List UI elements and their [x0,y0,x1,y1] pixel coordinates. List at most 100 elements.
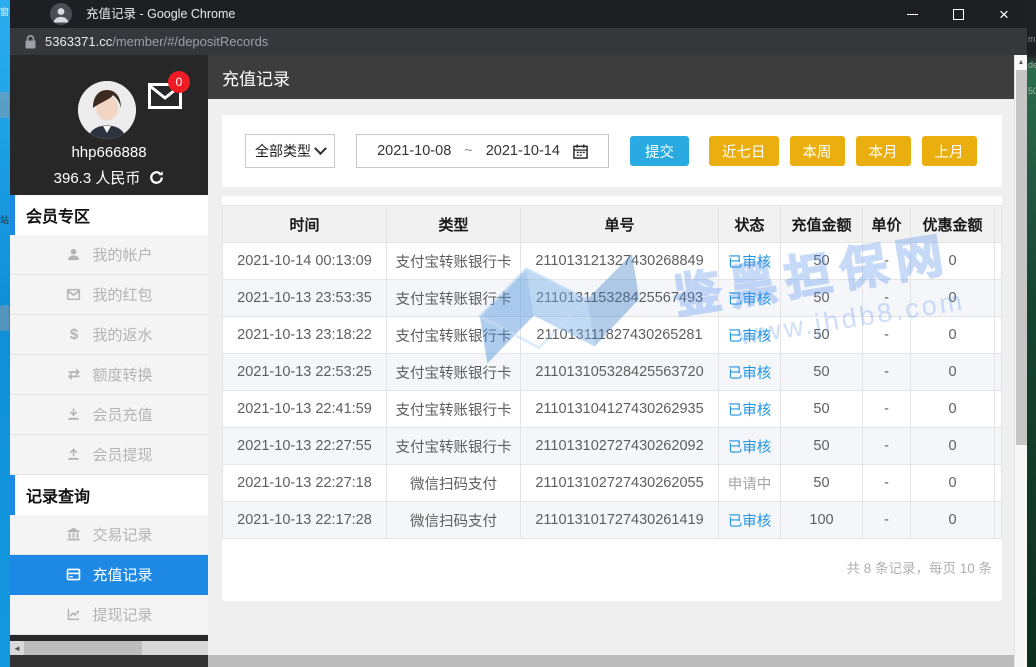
column-header: 状态 [719,206,781,243]
order-number-cell: 211013104127430262935 [521,391,719,428]
type-cell: 支付宝转账银行卡 [387,354,521,391]
records-table: 时间类型单号状态充值金额单价优惠金额 2021-10-14 00:13:09支付… [222,205,1002,539]
time-cell: 2021-10-13 22:41:59 [223,391,387,428]
submit-button[interactable]: 提交 [630,136,689,166]
sidebar-item-label: 会员提现 [92,444,152,465]
lock-icon [25,35,36,49]
amount-cell: 50 [781,465,863,502]
maximize-button[interactable] [935,0,981,28]
record-count-summary: 共 8 条记录，每页 10 条 [222,557,1002,577]
window-title: 充值记录 - Google Chrome [86,0,235,28]
clipped-cell [995,465,1002,502]
order-number-cell: 211013102727430262092 [521,428,719,465]
unit-price-cell: - [863,502,911,539]
sidebar-bottom-strip [10,655,208,667]
sidebar-item[interactable]: 交易记录 [10,515,208,555]
window-bottom-strip [208,655,1014,667]
status-cell: 已审核 [719,243,781,280]
sidebar-item[interactable]: 会员提现 [10,435,208,475]
quick-range-button[interactable]: 上月 [922,136,977,166]
time-cell: 2021-10-13 22:27:18 [223,465,387,502]
quick-range-button[interactable]: 近七日 [709,136,779,166]
page-body: 全部类型 2021-10-08 ~ 2021-10-14 提交 近七日本周本月上… [208,99,1014,655]
type-cell: 支付宝转账银行卡 [387,280,521,317]
dollar-icon: $ [65,326,82,343]
type-cell: 支付宝转账银行卡 [387,428,521,465]
quick-range-button[interactable]: 本周 [790,136,845,166]
sidebar-item[interactable]: ⇄额度转换 [10,355,208,395]
sidebar: 0 hhp666888 396.3 人民币 会员专区我的帐户我的红包$我的返水⇄… [10,55,208,667]
withdraw-icon [65,446,82,463]
sidebar-item[interactable]: $我的返水 [10,315,208,355]
column-header: 单号 [521,206,719,243]
user-avatar[interactable] [78,81,136,139]
discount-cell: 0 [911,502,995,539]
amount-cell: 50 [781,280,863,317]
status-cell: 已审核 [719,317,781,354]
clipped-cell [995,391,1002,428]
quick-range-button[interactable]: 本月 [856,136,911,166]
clipped-cell [995,428,1002,465]
sidebar-item[interactable]: 提现记录 [10,595,208,635]
message-count-badge: 0 [168,71,190,93]
table-body: 2021-10-14 00:13:09支付宝转账银行卡2110131213274… [223,243,1002,539]
desktop-icon-fragment: 窗 [0,5,9,18]
filter-bar: 全部类型 2021-10-08 ~ 2021-10-14 提交 近七日本周本月上… [222,115,1002,187]
sidebar-item[interactable]: 我的红包 [10,275,208,315]
date-range-input[interactable]: 2021-10-08 ~ 2021-10-14 [356,134,609,168]
sidebar-item[interactable]: 充值记录 [10,555,208,595]
desktop-icon-fragment [0,305,9,331]
table-row: 2021-10-13 22:53:25支付宝转账银行卡2110131053284… [223,354,1002,391]
desktop-edge-right: m de 50 [1027,0,1036,667]
amount-cell: 50 [781,428,863,465]
table-row: 2021-10-13 23:53:35支付宝转账银行卡2110131153284… [223,280,1002,317]
date-separator: ~ [464,143,472,159]
column-header: 时间 [223,206,387,243]
sidebar-item[interactable]: 会员充值 [10,395,208,435]
username: hhp666888 [10,144,208,161]
records-card: 时间类型单号状态充值金额单价优惠金额 2021-10-14 00:13:09支付… [222,196,1002,601]
close-button[interactable]: × [981,0,1027,28]
column-header: 优惠金额 [911,206,995,243]
minimize-button[interactable] [889,0,935,28]
column-header: 充值金额 [781,206,863,243]
url-domain: 5363371.cc [45,34,112,49]
table-header-row: 时间类型单号状态充值金额单价优惠金额 [223,206,1002,243]
url-path: /member/#/depositRecords [112,34,268,49]
order-number-cell: 211013111827430265281 [521,317,719,354]
scrollbar-thumb[interactable] [24,641,142,655]
sidebar-item-label: 交易记录 [92,524,152,545]
sidebar-item[interactable]: 我的帐户 [10,235,208,275]
status-cell: 已审核 [719,428,781,465]
desktop-icon-fragment: 站 [0,213,9,226]
unit-price-cell: - [863,317,911,354]
amount-cell: 50 [781,354,863,391]
unit-price-cell: - [863,280,911,317]
type-cell: 支付宝转账银行卡 [387,317,521,354]
scroll-left-icon[interactable]: ◄ [10,644,24,653]
status-cell: 已审核 [719,354,781,391]
unit-price-cell: - [863,465,911,502]
unit-price-cell: - [863,354,911,391]
type-cell: 微信扫码支付 [387,502,521,539]
order-number-cell: 211013102727430262055 [521,465,719,502]
column-header: 类型 [387,206,521,243]
address-bar[interactable]: 5363371.cc/member/#/depositRecords [10,28,1027,55]
sidebar-item-label: 我的红包 [92,284,152,305]
status-cell: 已审核 [719,391,781,428]
calendar-icon [573,144,588,159]
page-vertical-scrollbar[interactable]: ▲ [1014,55,1027,667]
type-cell: 支付宝转账银行卡 [387,243,521,280]
scrollbar-thumb[interactable] [1016,70,1027,445]
type-select[interactable]: 全部类型 [245,134,335,168]
sidebar-horizontal-scrollbar[interactable]: ◄ [10,641,208,655]
scroll-up-icon[interactable]: ▲ [1015,55,1027,69]
refresh-icon[interactable] [149,170,164,185]
amount-cell: 50 [781,317,863,354]
sidebar-item-label: 我的帐户 [92,244,152,265]
status-cell: 申请中 [719,465,781,502]
discount-cell: 0 [911,280,995,317]
clipped-cell [995,243,1002,280]
balance-amount: 396.3 人民币 [54,167,141,188]
sidebar-menu: 会员专区我的帐户我的红包$我的返水⇄额度转换会员充值会员提现记录查询交易记录充值… [10,195,208,635]
